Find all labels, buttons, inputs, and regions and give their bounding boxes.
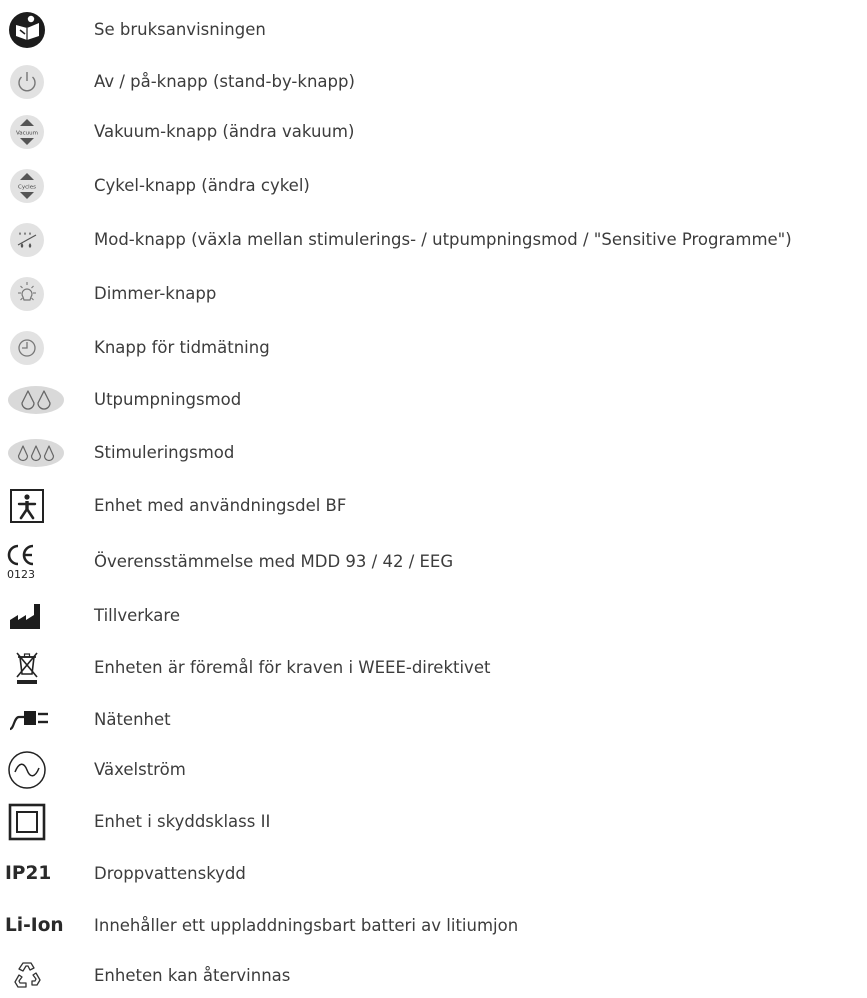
symbol-description: Innehåller ett uppladdningsbart batteri … xyxy=(94,916,519,935)
symbol-description: Utpumpningsmod xyxy=(94,390,242,409)
expression-mode-icon xyxy=(6,378,66,422)
symbol-row: Dimmer-knapp xyxy=(0,272,867,316)
stimulation-mode-icon xyxy=(6,431,66,475)
ce-notified-body-number: 0123 xyxy=(7,568,35,581)
symbol-row: Enheten är föremål för kraven i WEEE-dir… xyxy=(0,646,867,690)
symbol-description: Enhet i skyddsklass II xyxy=(94,812,271,831)
instruction-manual-icon xyxy=(6,8,56,52)
symbol-description: Stimuleringsmod xyxy=(94,443,235,462)
symbol-row: Av / på-knapp (stand-by-knapp) xyxy=(0,60,867,104)
symbol-row: Enhet med användningsdel BF xyxy=(0,484,867,528)
symbol-row: Cycles Cykel-knapp (ändra cykel) xyxy=(0,164,867,208)
ce-mark-icon: 0123 xyxy=(6,540,56,584)
symbol-description: Enhet med användningsdel BF xyxy=(94,496,347,515)
symbol-row: Mod-knapp (växla mellan stimulerings- / … xyxy=(0,218,867,262)
type-bf-applied-part-icon xyxy=(6,484,56,528)
cycle-button-icon: Cycles xyxy=(6,164,56,208)
symbol-row: Se bruksanvisningen xyxy=(0,8,867,52)
symbol-description: Överensstämmelse med MDD 93 / 42 / EEG xyxy=(94,552,454,571)
symbol-row: Knapp för tidmätning xyxy=(0,326,867,370)
ip21-code: IP21 xyxy=(5,863,52,884)
vacuum-icon-text: Vacuum xyxy=(16,131,38,137)
manufacturer-icon xyxy=(6,594,56,638)
symbol-description: Cykel-knapp (ändra cykel) xyxy=(94,176,310,195)
weee-bin-icon xyxy=(6,646,56,690)
cycles-icon-text: Cycles xyxy=(18,185,36,191)
symbol-description: Enheten kan återvinnas xyxy=(94,966,291,985)
symbol-description: Knapp för tidmätning xyxy=(94,338,270,357)
symbol-row: IP21 Droppvattenskydd xyxy=(0,852,867,896)
power-button-icon xyxy=(6,60,56,104)
symbol-row: Utpumpningsmod xyxy=(0,378,867,422)
symbol-row: Växelström xyxy=(0,748,867,792)
dimmer-button-icon xyxy=(6,272,56,316)
symbol-description: Av / på-knapp (stand-by-knapp) xyxy=(94,72,355,91)
symbol-row: Enhet i skyddsklass II xyxy=(0,800,867,844)
symbol-description: Tillverkare xyxy=(94,606,180,625)
symbol-row: Enheten kan återvinnas xyxy=(0,954,867,998)
symbol-row: Vacuum Vakuum-knapp (ändra vakuum) xyxy=(0,110,867,154)
li-ion-code: Li-Ion xyxy=(5,915,64,936)
symbol-row: Nätenhet xyxy=(0,698,867,742)
vacuum-button-icon: Vacuum xyxy=(6,110,56,154)
symbol-row: 0123 Överensstämmelse med MDD 93 / 42 / … xyxy=(0,540,867,584)
symbol-description: Se bruksanvisningen xyxy=(94,20,266,39)
symbol-row: Stimuleringsmod xyxy=(0,431,867,475)
recycling-icon xyxy=(6,954,56,998)
alternating-current-icon xyxy=(6,748,56,792)
symbol-description: Växelström xyxy=(94,760,186,779)
power-supply-icon xyxy=(6,698,66,742)
mode-button-icon xyxy=(6,218,56,262)
symbol-description: Vakuum-knapp (ändra vakuum) xyxy=(94,122,355,141)
symbol-description: Droppvattenskydd xyxy=(94,864,246,883)
symbol-description: Enheten är föremål för kraven i WEEE-dir… xyxy=(94,658,491,677)
symbol-description: Nätenhet xyxy=(94,710,171,729)
symbol-description: Mod-knapp (växla mellan stimulerings- / … xyxy=(94,230,792,249)
timer-button-icon xyxy=(6,326,56,370)
symbol-description: Dimmer-knapp xyxy=(94,284,217,303)
protection-class-2-icon xyxy=(6,800,56,844)
symbol-row: Li-Ion Innehåller ett uppladdningsbart b… xyxy=(0,904,867,948)
symbol-row: Tillverkare xyxy=(0,594,867,638)
